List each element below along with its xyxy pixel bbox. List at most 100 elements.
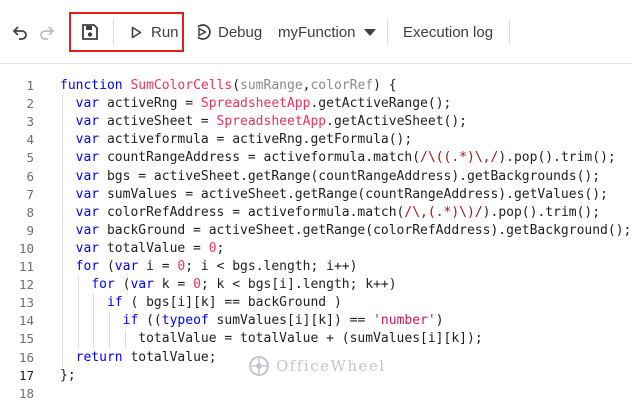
code-token: ) [435,313,444,329]
code-token: 'number' [373,313,436,329]
code-token: colorRef [310,78,374,93]
code-token: for [75,259,100,274]
code-token: 0 [193,277,201,293]
line-number: 5 [26,150,34,166]
code-token: /\,(.*)\)/ [404,204,483,220]
code-text: var activeSheet = SpreadsheetApp.getActi… [60,113,467,131]
code-token: ( [99,259,115,274]
line-number: 18 [18,385,34,401]
run-label: Run [151,23,179,41]
code-text: totalValue = totalValue + (sumValues[i][… [60,330,483,348]
code-token: var [75,240,100,256]
redo-icon[interactable] [38,23,56,41]
code-text: if ( bgs[i][k] == backGround ) [60,294,342,312]
code-token: ).pop().trim(); [498,150,616,166]
code-token: for [91,277,115,293]
code-token: var [75,222,100,238]
code-token: .getActiveSheet(); [326,114,468,130]
code-text: var activeformula = activeRng.getFormula… [60,131,413,149]
line-number: 4 [26,132,34,148]
code-token: if [122,313,139,329]
code-token: sumValues[i][k]) == [208,313,374,329]
toolbar-divider [387,19,388,45]
line-number: 3 [26,114,34,130]
code-token: var [75,96,100,112]
code-line[interactable]: 18 [0,385,632,403]
code-token: countRangeAddress = activeformula.match( [99,150,421,166]
toolbar-divider [113,19,114,45]
run-button[interactable]: Run [131,20,179,44]
code-line[interactable]: 14 if ((typeof sumValues[i][k]) == 'numb… [0,312,632,331]
code-token: SpreadsheetApp [216,114,327,130]
code-token: return [75,349,123,365]
code-token: SumColorCells [130,78,233,93]
code-line[interactable]: 9 var backGround = activeSheet.getRange(… [0,221,632,240]
debug-button[interactable]: Debug [194,20,262,44]
code-token: .getActiveRange(); [310,96,452,112]
code-token: sumRange [240,78,303,93]
debug-label: Debug [218,23,263,41]
code-token: 0 [208,240,217,256]
code-text: var sumValues = activeSheet.getRange(cou… [60,186,608,204]
code-line[interactable]: 12 for (var k = 0; k < bgs[i].length; k+… [0,276,632,295]
code-line[interactable]: 15 totalValue = totalValue + (sumValues[… [0,330,632,349]
code-editor[interactable]: 1 function SumColorCells(sumRange,colorRe… [0,64,632,405]
code-text: function SumColorCells(sumRange,colorRef… [60,77,397,95]
code-line[interactable]: 13 if ( bgs[i][k] == backGround ) [0,294,632,313]
code-line[interactable]: 1 function SumColorCells(sumRange,colorRe… [0,77,632,95]
code-token: typeof [161,313,209,329]
line-number: 8 [26,204,34,220]
code-token: }; [60,367,76,383]
code-line[interactable]: 4 var activeformula = activeRng.getFormu… [0,131,632,150]
code-token: var [75,114,100,130]
code-token: var [75,186,100,202]
code-token: var [75,132,100,148]
line-number: 1 [26,78,34,93]
code-line[interactable]: 11 for (var i = 0; i < bgs.length; i++) [0,258,632,276]
code-token: sumValues = activeSheet.getRange(countRa… [99,186,608,202]
code-line[interactable]: 3 var activeSheet = SpreadsheetApp.getAc… [0,113,632,132]
execution-log-label: Execution log [403,23,494,41]
save-button[interactable] [80,22,100,42]
code-token: activeSheet = [99,114,217,130]
code-token: var [114,259,139,274]
function-select-value: myFunction [278,23,356,41]
undo-icon[interactable] [11,23,29,41]
code-token: SpreadsheetApp [200,96,311,112]
code-line[interactable]: 6 var bgs = activeSheet.getRange(countRa… [0,167,632,186]
code-line[interactable]: 10 var totalValue = 0; [0,239,632,258]
officewheel-logo-icon [249,356,269,376]
code-line[interactable]: 7 var sumValues = activeSheet.getRange(c… [0,185,632,204]
code-token: k = [153,277,194,293]
function-select[interactable]: myFunction [278,20,376,44]
execution-log-button[interactable]: Execution log [403,20,493,44]
code-text: for (var i = 0; i < bgs.length; i++) [60,258,358,276]
code-token: bgs = activeSheet.getRange(countRangeAdd… [99,168,601,184]
code-token: totalValue; [122,349,217,365]
code-token: ).pop().trim(); [482,204,601,220]
code-text: var totalValue = 0; [60,240,225,258]
code-line[interactable]: 5 var countRangeAddress = activeformula.… [0,149,632,168]
code-token: totalValue = totalValue + (sumValues[i][… [60,331,483,347]
code-line[interactable]: 2 var activeRng = SpreadsheetApp.getActi… [0,95,632,114]
code-token: ( bgs[i][k] == backGround ) [122,295,342,311]
code-line[interactable]: 8 var colorRefAddress = activeformula.ma… [0,203,632,222]
code-token: ) { [373,78,397,93]
code-token: function [60,78,123,93]
code-token: if [106,295,123,311]
code-text: var activeRng = SpreadsheetApp.getActive… [60,95,452,113]
code-token: ; k < bgs[i].length; k++) [200,277,397,293]
